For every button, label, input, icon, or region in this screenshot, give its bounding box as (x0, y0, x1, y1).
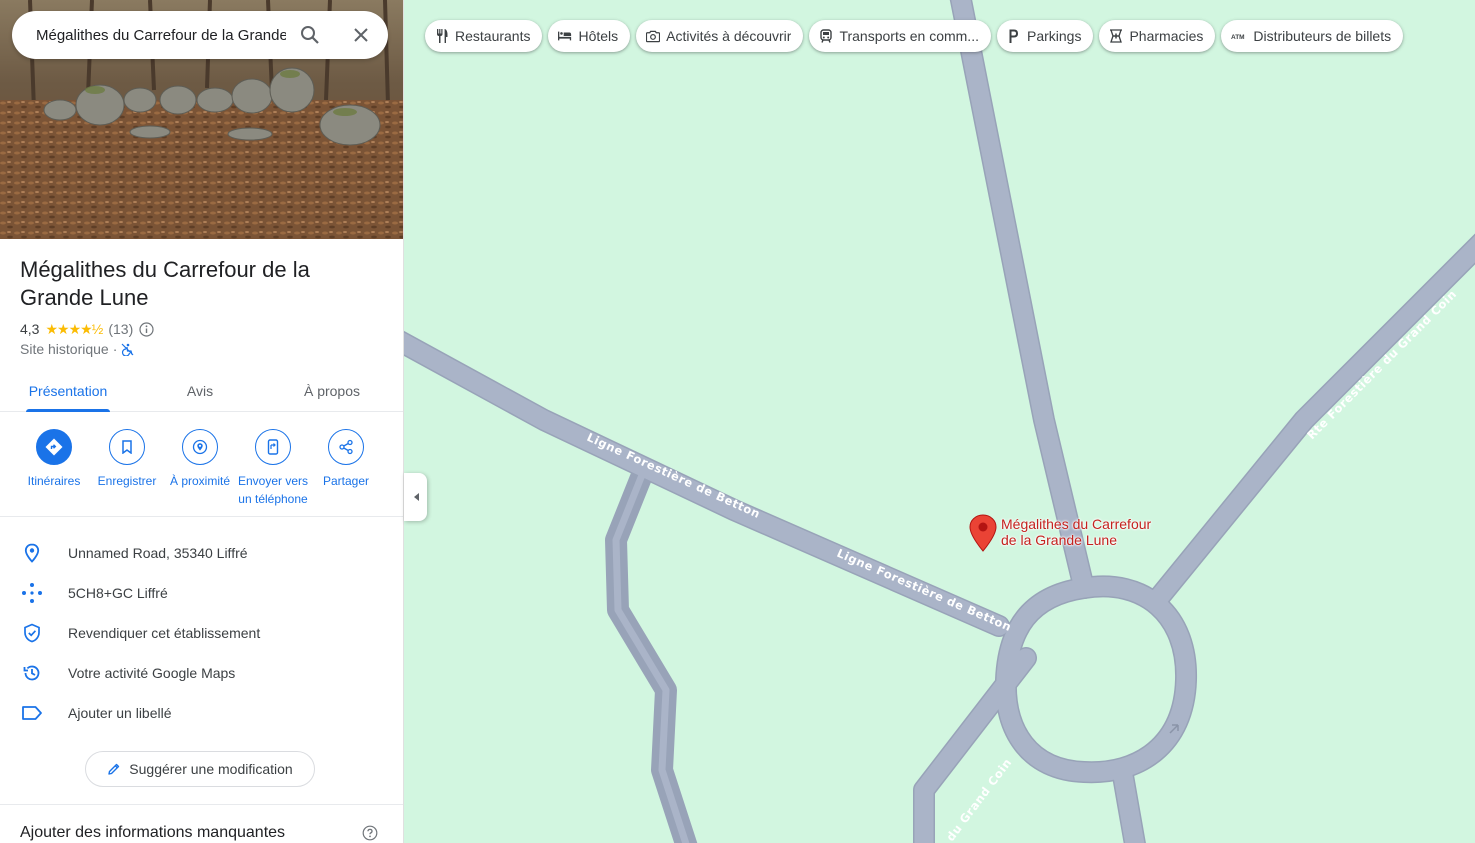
pencil-icon (107, 762, 121, 776)
activity-row[interactable]: Votre activité Google Maps (0, 653, 403, 693)
rating-stars: ★★★★½ (45, 320, 103, 337)
add-label-text: Ajouter un libellé (68, 705, 172, 721)
suggest-edit-button[interactable]: Suggérer une modification (85, 751, 315, 787)
action-label: Enregistrer (97, 474, 157, 488)
collapse-panel-button[interactable] (404, 473, 427, 521)
suggest-edit-label: Suggérer une modification (129, 761, 293, 777)
chip-label: Restaurants (455, 28, 531, 44)
chip-parkings[interactable]: Parkings (996, 20, 1094, 52)
label-icon (20, 701, 44, 725)
restaurant-icon (435, 29, 449, 43)
place-panel: Mégalithes du Carrefour de la Grande Lun… (0, 0, 404, 843)
directions-button[interactable]: Itinéraires (17, 429, 91, 490)
action-label: Partager (322, 474, 370, 488)
review-count[interactable]: (13) (108, 321, 133, 337)
road-label-betton-2: Ligne Forestière de Betton (835, 546, 1014, 634)
chip-label: Pharmacies (1129, 28, 1204, 44)
no-wheelchair-icon (121, 343, 134, 356)
chip-atm[interactable]: ATM Distributeurs de billets (1221, 20, 1404, 52)
activity-text: Votre activité Google Maps (68, 665, 236, 681)
divider (0, 804, 403, 805)
address-row[interactable]: Unnamed Road, 35340 Liffré (0, 533, 403, 573)
plus-code-row[interactable]: 5CH8+GC Liffré (0, 573, 403, 613)
road-network: Ligne Forestière de Betton Ligne Foresti… (404, 0, 1475, 843)
action-label: Envoyer vers un téléphone (237, 474, 309, 506)
separator: · (112, 341, 118, 357)
location-marker-icon[interactable] (968, 514, 998, 552)
category-chips: Restaurants Hôtels Activités à découvrir… (425, 20, 1404, 52)
rating-row: 4,3 ★★★★½ (13) (20, 320, 154, 338)
hotel-icon (558, 29, 572, 43)
search-box (12, 11, 388, 59)
parking-icon (1007, 29, 1021, 43)
chip-label: Transports en comm... (839, 28, 979, 44)
tab-about[interactable]: À propos (298, 370, 366, 412)
tab-label: Présentation (28, 383, 108, 399)
send-to-phone-icon (255, 429, 291, 465)
category-row: Site historique · (20, 340, 134, 358)
share-button[interactable]: Partager (309, 429, 383, 490)
tab-label: À propos (303, 383, 361, 399)
chip-restaurants[interactable]: Restaurants (425, 20, 543, 52)
tab-label: Avis (186, 383, 214, 399)
search-icon[interactable] (298, 23, 322, 47)
share-icon (328, 429, 364, 465)
chip-label: Hôtels (578, 28, 619, 44)
action-label: À proximité (169, 474, 231, 488)
road-label-grand-coin: Rte Forestière du Grand Coin (1304, 287, 1459, 442)
road-label-betton-1: Ligne Forestière de Betton (585, 430, 763, 521)
chip-activities[interactable]: Activités à découvrir (636, 20, 804, 52)
action-buttons: Itinéraires Enregistrer À proximité Envo… (0, 413, 403, 517)
search-input[interactable] (36, 11, 286, 59)
chip-transit[interactable]: Transports en comm... (809, 20, 991, 52)
pharmacy-icon (1109, 29, 1123, 43)
chip-pharmacies[interactable]: Pharmacies (1099, 20, 1216, 52)
caret-left-icon (412, 492, 420, 502)
save-button[interactable]: Enregistrer (90, 429, 164, 490)
action-label: Itinéraires (27, 474, 81, 488)
tab-reviews[interactable]: Avis (180, 370, 220, 412)
marker-label[interactable]: Mégalithes du Carrefour de la Grande Lun… (1001, 516, 1161, 548)
send-to-phone-button[interactable]: Envoyer vers un téléphone (236, 429, 310, 508)
plus-code-text: 5CH8+GC Liffré (68, 585, 168, 601)
claim-business-text: Revendiquer cet établissement (68, 625, 261, 641)
info-list: Unnamed Road, 35340 Liffré 5CH8+GC Liffr… (0, 533, 403, 733)
place-category[interactable]: Site historique (20, 341, 109, 357)
svg-text:ATM: ATM (1231, 34, 1245, 40)
plus-code-icon (20, 581, 44, 605)
address-text: Unnamed Road, 35340 Liffré (68, 545, 248, 561)
place-title: Mégalithes du Carrefour de la Grande Lun… (20, 257, 310, 310)
claim-business-row[interactable]: Revendiquer cet établissement (0, 613, 403, 653)
tab-overview[interactable]: Présentation (26, 370, 110, 412)
help-icon[interactable] (362, 825, 380, 843)
atm-icon: ATM (1231, 29, 1247, 43)
place-tabs: Présentation Avis À propos (0, 370, 403, 412)
directions-icon (36, 429, 72, 465)
rating-value: 4,3 (20, 321, 40, 337)
add-label-row[interactable]: Ajouter un libellé (0, 693, 403, 733)
map-canvas[interactable]: Ligne Forestière de Betton Ligne Foresti… (404, 0, 1475, 843)
transit-icon (819, 29, 833, 43)
bookmark-icon (109, 429, 145, 465)
nearby-button[interactable]: À proximité (163, 429, 237, 490)
google-maps-app: Ligne Forestière de Betton Ligne Foresti… (0, 0, 1475, 843)
missing-info-heading: Ajouter des informations manquantes (20, 824, 286, 841)
chip-hotels[interactable]: Hôtels (548, 20, 631, 52)
chip-label: Distributeurs de billets (1253, 28, 1392, 44)
camera-icon (646, 29, 661, 43)
location-pin-icon (20, 541, 44, 565)
history-icon (20, 661, 44, 685)
info-icon[interactable] (139, 321, 154, 337)
chip-label: Activités à découvrir (666, 28, 792, 44)
chip-label: Parkings (1026, 28, 1082, 44)
close-icon[interactable] (349, 23, 373, 47)
verified-shield-icon (20, 621, 44, 645)
nearby-icon (182, 429, 218, 465)
